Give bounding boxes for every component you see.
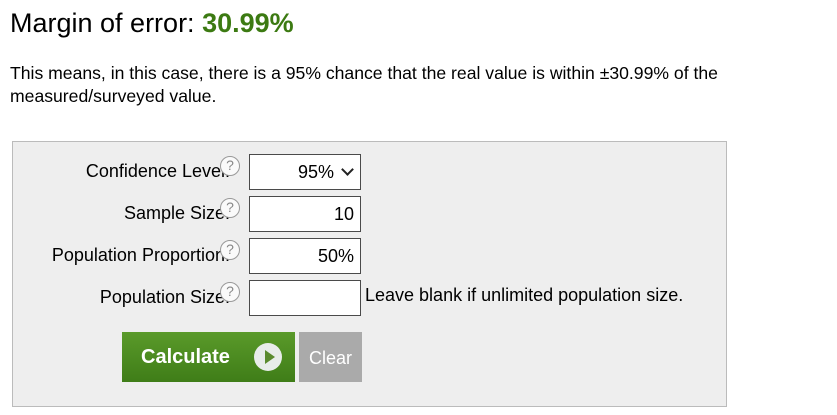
population-size-label: Population Size:: [99, 287, 230, 307]
confidence-level-help-icon[interactable]: ?: [220, 156, 240, 176]
population-proportion-row: Population Proportion: ?: [13, 236, 728, 274]
population-size-help-icon[interactable]: ?: [220, 282, 240, 302]
sample-size-row: Sample Size: ?: [13, 194, 728, 232]
confidence-level-row: Confidence Level: ? 95%: [13, 152, 728, 190]
result-label: Margin of error:: [10, 8, 195, 38]
confidence-level-label: Confidence Level:: [85, 161, 230, 181]
population-proportion-help-icon[interactable]: ?: [220, 240, 240, 260]
chevron-down-icon: [341, 163, 354, 176]
result-explanation: This means, in this case, there is a 95%…: [10, 63, 718, 106]
sample-size-help-icon[interactable]: ?: [220, 198, 240, 218]
calculate-button-label: Calculate: [141, 346, 230, 368]
population-proportion-input[interactable]: [249, 238, 361, 274]
calculate-button[interactable]: Calculate: [122, 332, 295, 382]
population-size-input[interactable]: [249, 280, 361, 316]
sample-size-input[interactable]: [249, 196, 361, 232]
clear-button[interactable]: Clear: [299, 332, 362, 382]
result-heading: Margin of error: 30.99%: [10, 5, 294, 41]
play-circle-icon: [254, 343, 282, 371]
sample-size-label: Sample Size:: [123, 203, 230, 223]
result-value: 30.99%: [202, 8, 294, 38]
calculator-panel: Confidence Level: ? 95% Sample Size: ? P…: [12, 141, 727, 407]
confidence-level-selected-value: 95%: [297, 162, 334, 182]
population-proportion-label: Population Proportion:: [51, 245, 230, 265]
population-size-row: Population Size: ? Leave blank if unlimi…: [13, 278, 728, 316]
confidence-level-select[interactable]: 95%: [249, 154, 361, 190]
population-size-hint: Leave blank if unlimited population size…: [365, 285, 684, 305]
